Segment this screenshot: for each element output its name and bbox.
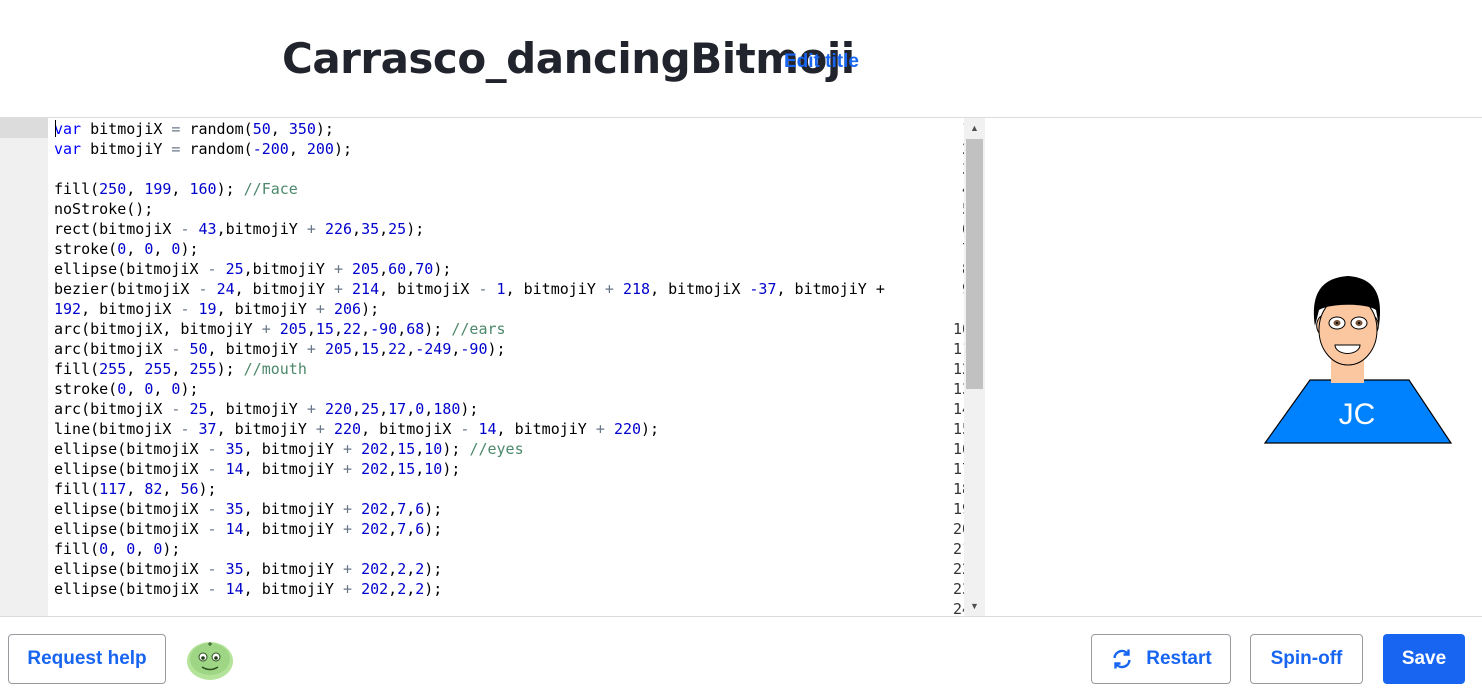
bitmoji-pupil-left [1336, 322, 1338, 324]
text-cursor [55, 120, 56, 137]
restart-label: Restart [1146, 648, 1212, 669]
line-number-gutter [0, 118, 48, 616]
scroll-up-arrow-icon[interactable]: ▲ [964, 121, 985, 135]
code-line[interactable]: arc(bitmojiX - 25, bitmojiY + 220,25,17,… [54, 399, 478, 419]
code-line[interactable]: fill(0, 0, 0); [54, 539, 180, 559]
request-help-button[interactable]: Request help [8, 634, 166, 684]
bitmoji-shirt-label: JC [1339, 398, 1376, 431]
output-canvas[interactable]: JC [985, 117, 1482, 617]
code-line[interactable]: ellipse(bitmojiX - 35, bitmojiY + 202,2,… [54, 559, 442, 579]
code-line[interactable]: fill(255, 255, 255); //mouth [54, 359, 307, 379]
code-line[interactable]: stroke(0, 0, 0); [54, 379, 199, 399]
green-blob-avatar-icon[interactable] [185, 637, 235, 681]
refresh-icon [1113, 649, 1131, 669]
bitmoji-pupil-right [1358, 322, 1360, 324]
program-title: Carrasco_dancingBitmoji [282, 34, 855, 83]
code-line[interactable]: arc(bitmojiX, bitmojiY + 205,15,22,-90,6… [54, 319, 506, 339]
code-line[interactable]: rect(bitmojiX - 43,bitmojiY + 226,35,25)… [54, 219, 424, 239]
code-line[interactable]: var bitmojiY = random(-200, 200); [54, 139, 352, 159]
code-line[interactable]: var bitmojiX = random(50, 350); [54, 119, 334, 139]
code-line[interactable]: stroke(0, 0, 0); [54, 239, 199, 259]
code-line[interactable]: fill(250, 199, 160); //Face [54, 179, 298, 199]
code-line[interactable]: fill(117, 82, 56); [54, 479, 217, 499]
code-line[interactable]: ellipse(bitmojiX - 14, bitmojiY + 202,2,… [54, 579, 442, 599]
active-line-highlight [0, 118, 48, 138]
bitmoji-drawing: JC [1263, 276, 1453, 444]
code-line[interactable]: arc(bitmojiX - 50, bitmojiY + 205,15,22,… [54, 339, 506, 359]
code-line[interactable]: 192, bitmojiX - 19, bitmojiY + 206); [54, 299, 379, 319]
code-line[interactable]: line(bitmojiX - 37, bitmojiY + 220, bitm… [54, 419, 659, 439]
editor-scrollbar[interactable]: ▲ ▼ [964, 118, 985, 616]
code-line[interactable]: ellipse(bitmojiX - 14, bitmojiY + 202,7,… [54, 519, 442, 539]
code-line[interactable]: ellipse(bitmojiX - 35, bitmojiY + 202,7,… [54, 499, 442, 519]
code-line[interactable]: noStroke(); [54, 199, 153, 219]
restart-button[interactable]: Restart [1091, 634, 1231, 684]
page-header: Carrasco_dancingBitmoji Edit title [0, 0, 1482, 117]
code-line[interactable]: ellipse(bitmojiX - 35, bitmojiY + 202,15… [54, 439, 524, 459]
code-line[interactable]: ellipse(bitmojiX - 25,bitmojiY + 205,60,… [54, 259, 451, 279]
code-line[interactable]: bezier(bitmojiX - 24, bitmojiY + 214, bi… [54, 279, 885, 299]
scroll-thumb[interactable] [966, 139, 983, 389]
save-button[interactable]: Save [1383, 634, 1465, 684]
edit-title-link[interactable]: Edit title [784, 51, 859, 73]
bottom-toolbar: Request help Restart Spin-off Save [0, 617, 1482, 698]
code-editor[interactable]: 123456789101112131415161718192021222324 … [0, 117, 985, 617]
spin-off-button[interactable]: Spin-off [1250, 634, 1363, 684]
code-line[interactable]: ellipse(bitmojiX - 14, bitmojiY + 202,15… [54, 459, 460, 479]
scroll-down-arrow-icon[interactable]: ▼ [964, 599, 985, 613]
